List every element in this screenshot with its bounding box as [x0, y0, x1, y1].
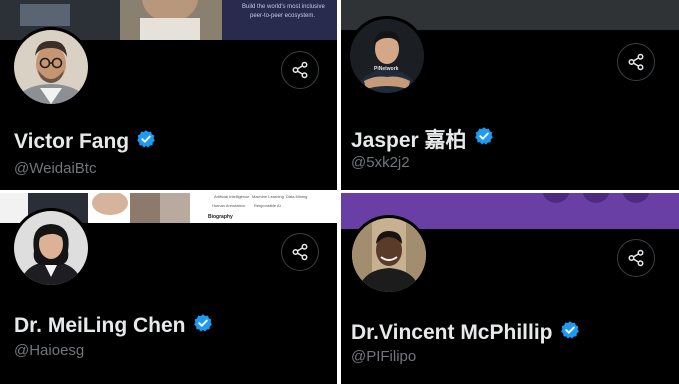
- profile-card-meiling-chen: Artificial Intelligence Machine Learning…: [0, 193, 337, 384]
- share-icon: [292, 61, 308, 79]
- display-name-row: Jasper 嘉柏: [351, 124, 494, 154]
- avatar[interactable]: PiNetwork: [347, 16, 427, 96]
- share-button[interactable]: [281, 51, 319, 89]
- display-name: Jasper 嘉柏: [351, 129, 467, 152]
- tag-3: Data Mining: [286, 194, 308, 199]
- avatar[interactable]: [11, 208, 91, 288]
- avatar-photo: [14, 30, 88, 104]
- biography-heading: Biography: [208, 214, 233, 220]
- handle: @PIFilipo: [351, 348, 417, 365]
- avatar-photo: [350, 19, 424, 93]
- display-name-row: Victor Fang: [14, 129, 156, 155]
- verified-badge-icon[interactable]: [560, 320, 580, 346]
- display-name: Dr.Vincent McPhillip: [351, 321, 553, 344]
- avatar[interactable]: [349, 215, 429, 295]
- avatar-photo: [14, 211, 88, 285]
- handle: @WeidaiBtc: [14, 160, 97, 177]
- tag-1: Artificial Intelligence: [214, 194, 250, 199]
- tag-4: Human Annotation: [212, 203, 245, 208]
- share-icon: [292, 243, 308, 261]
- display-name: Dr. MeiLing Chen: [14, 314, 186, 337]
- avatar-photo: [352, 218, 426, 292]
- handle: @5xk2j2: [351, 154, 410, 171]
- verified-badge-icon[interactable]: [136, 129, 156, 155]
- display-name-row: Dr.Vincent McPhillip: [351, 320, 580, 346]
- share-button[interactable]: [617, 43, 655, 81]
- share-icon: [628, 249, 644, 267]
- banner-text-line2: peer-to-peer ecosystem.: [250, 13, 316, 19]
- tag-2: Machine Learning: [252, 194, 284, 199]
- share-button[interactable]: [281, 233, 319, 271]
- display-name: Victor Fang: [14, 130, 130, 153]
- share-button[interactable]: [617, 239, 655, 277]
- display-name-row: Dr. MeiLing Chen: [14, 313, 213, 339]
- verified-badge-icon[interactable]: [474, 126, 494, 152]
- share-icon: [628, 53, 644, 71]
- profile-card-victor-fang: Build the world's most inclusive peer-to…: [0, 0, 337, 190]
- profile-card-vincent-mcphillip: Dr.Vincent McPhillip @PIFilipo: [341, 193, 679, 384]
- tag-5: Responsible AI: [254, 203, 281, 208]
- shirt-text: PiNetwork: [374, 66, 399, 72]
- verified-badge-icon[interactable]: [193, 313, 213, 339]
- profile-card-jasper: PiNetwork Jasper 嘉柏 @5xk2j2: [341, 0, 679, 190]
- banner-text-line1: Build the world's most inclusive: [242, 4, 325, 10]
- avatar[interactable]: [11, 27, 91, 107]
- handle: @Haioesg: [14, 342, 85, 359]
